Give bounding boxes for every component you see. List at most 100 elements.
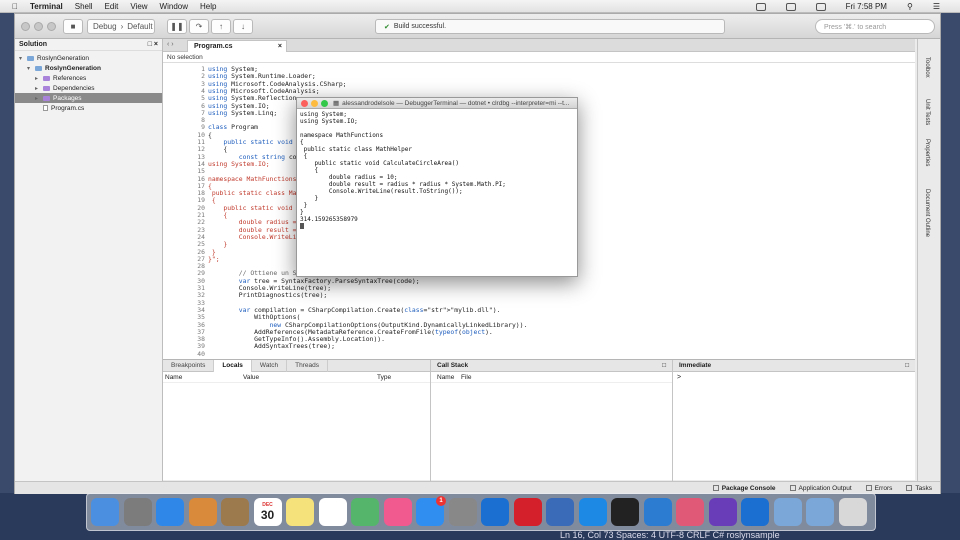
zoom-window-button[interactable]	[47, 22, 56, 31]
errors-button[interactable]: Errors	[865, 485, 892, 492]
finder-icon[interactable]	[91, 498, 119, 526]
launchpad-icon[interactable]	[123, 498, 152, 526]
close-pad-icon[interactable]: □	[905, 362, 909, 369]
menu-edit[interactable]: Edit	[105, 2, 119, 11]
trash-icon[interactable]	[838, 498, 867, 526]
notes-icon[interactable]	[286, 498, 314, 526]
calendar-day: 30	[260, 508, 275, 522]
remote-desktop-icon[interactable]	[546, 498, 574, 526]
menu-help[interactable]: Help	[200, 2, 216, 11]
col-file[interactable]: File	[457, 374, 471, 381]
pad-document-outline[interactable]: Document Outline	[924, 189, 930, 237]
configuration-select[interactable]: Debug › Default	[87, 19, 155, 34]
editor-navbar[interactable]: No selection	[163, 52, 915, 63]
terminal-line: {	[300, 139, 304, 146]
col-value[interactable]: Value	[243, 374, 377, 381]
tree-item[interactable]: ▸ Packages	[15, 93, 162, 103]
tree-item[interactable]: ▸ References	[15, 73, 162, 83]
close-window-button[interactable]	[21, 22, 30, 31]
code-line: using System.IO;	[208, 159, 270, 168]
preview-icon[interactable]	[188, 498, 217, 526]
itunes-icon[interactable]	[383, 498, 412, 526]
terminal-titlebar[interactable]: ▦ alessandrodelsole — DebuggerTerminal —…	[297, 98, 577, 109]
calendar-icon[interactable]: DEC 30	[253, 498, 282, 526]
menu-app-name[interactable]: Terminal	[30, 2, 63, 11]
terminal-icon[interactable]	[611, 498, 639, 526]
tasks-button[interactable]: Tasks	[906, 485, 932, 492]
package-console-button[interactable]: Package Console	[712, 485, 776, 492]
teamviewer-icon[interactable]	[481, 498, 509, 526]
clock[interactable]: Fri 7:58 PM	[846, 2, 887, 11]
safari-icon[interactable]	[156, 498, 184, 526]
search-input[interactable]: Press '⌘.' to search	[815, 19, 935, 34]
minimize-window-button[interactable]	[311, 99, 318, 107]
terminal-line: }	[300, 202, 308, 209]
tab-locals[interactable]: Locals	[214, 359, 252, 372]
tab-breakpoints[interactable]: Breakpoints	[163, 359, 215, 372]
visual-studio-icon[interactable]	[708, 498, 737, 526]
menu-list-icon[interactable]: ☰	[933, 2, 940, 11]
xcode-icon[interactable]	[578, 498, 607, 526]
close-pad-icon[interactable]: □	[662, 362, 666, 369]
pad-unit-tests[interactable]: Unit Tests	[924, 99, 930, 125]
col-name[interactable]: Name	[163, 374, 243, 381]
contacts-icon[interactable]	[221, 498, 249, 526]
tab-program-cs[interactable]: Program.cs ×	[187, 40, 287, 52]
spotlight-icon[interactable]: ⚲	[907, 2, 913, 11]
stop-button[interactable]: ■	[63, 19, 83, 34]
pause-button[interactable]: ❚❚	[167, 19, 187, 34]
terminal-output[interactable]: using System; using System.IO; namespace M…	[297, 109, 577, 233]
nav-arrows-icon[interactable]: ‹ ›	[167, 41, 174, 48]
teamviewer2-icon[interactable]	[741, 498, 769, 526]
terminal-line: Console.WriteLine(result.ToString());	[300, 188, 463, 195]
minimize-window-button[interactable]	[34, 22, 43, 31]
appstore-icon[interactable]: 1	[416, 496, 446, 526]
step-over-button[interactable]: ↷	[189, 19, 209, 34]
tab-threads[interactable]: Threads	[287, 359, 328, 372]
step-into-button[interactable]: ↑	[211, 19, 231, 34]
disclosure-icon[interactable]: ▸	[35, 85, 43, 92]
application-output-button[interactable]: Application Output	[789, 485, 852, 492]
menu-view[interactable]: View	[130, 2, 147, 11]
immediate-input[interactable]: >	[673, 372, 915, 383]
tree-item-label: RoslynGeneration	[45, 64, 101, 72]
col-name[interactable]: Name	[431, 374, 457, 381]
wifi-icon[interactable]	[755, 2, 766, 11]
pad-toolbox[interactable]: Toolbox	[924, 57, 930, 78]
menu-window[interactable]: Window	[160, 2, 188, 11]
solution-icon	[27, 55, 34, 61]
step-out-button[interactable]: ↓	[233, 19, 253, 34]
tree-item[interactable]: Program.cs	[15, 103, 162, 113]
menu-shell[interactable]: Shell	[75, 2, 93, 11]
step-over-icon: ↷	[195, 22, 203, 31]
close-window-button[interactable]	[301, 99, 308, 107]
system-preferences-icon[interactable]	[448, 498, 477, 526]
disclosure-icon[interactable]: ▾	[27, 65, 35, 72]
tab-watch[interactable]: Watch	[252, 359, 288, 372]
terminal-window[interactable]: ▦ alessandrodelsole — DebuggerTerminal —…	[296, 97, 578, 277]
terminal-line: 314.159265358979	[300, 216, 358, 223]
tree-item-label: References	[53, 74, 87, 82]
close-pad-icon[interactable]: □ ×	[148, 41, 158, 48]
disclosure-icon[interactable]: ▾	[19, 55, 27, 62]
folder2-icon[interactable]	[806, 498, 834, 526]
pad-properties[interactable]: Properties	[924, 139, 930, 166]
volume-icon[interactable]	[785, 2, 796, 11]
col-type[interactable]: Type	[377, 374, 391, 381]
maps-icon[interactable]	[351, 498, 379, 526]
disclosure-icon[interactable]: ▸	[35, 75, 43, 82]
tree-item[interactable]: ▾ RoslynGeneration	[15, 53, 162, 63]
tab-label: Program.cs	[194, 43, 233, 50]
disclosure-icon[interactable]: ▸	[35, 95, 43, 102]
tree-item[interactable]: ▾ RoslynGeneration	[15, 63, 162, 73]
apple-icon[interactable]: 	[12, 2, 18, 11]
close-tab-icon[interactable]: ×	[278, 43, 282, 50]
battery-icon[interactable]	[815, 2, 826, 11]
tree-item[interactable]: ▸ Dependencies	[15, 83, 162, 93]
parallels-icon[interactable]	[513, 498, 542, 526]
reminders-icon[interactable]	[318, 498, 347, 526]
folder-icon[interactable]	[773, 498, 802, 526]
xamarin-icon[interactable]	[676, 498, 704, 526]
vscode-icon[interactable]	[643, 498, 672, 526]
zoom-window-button[interactable]	[321, 99, 328, 107]
